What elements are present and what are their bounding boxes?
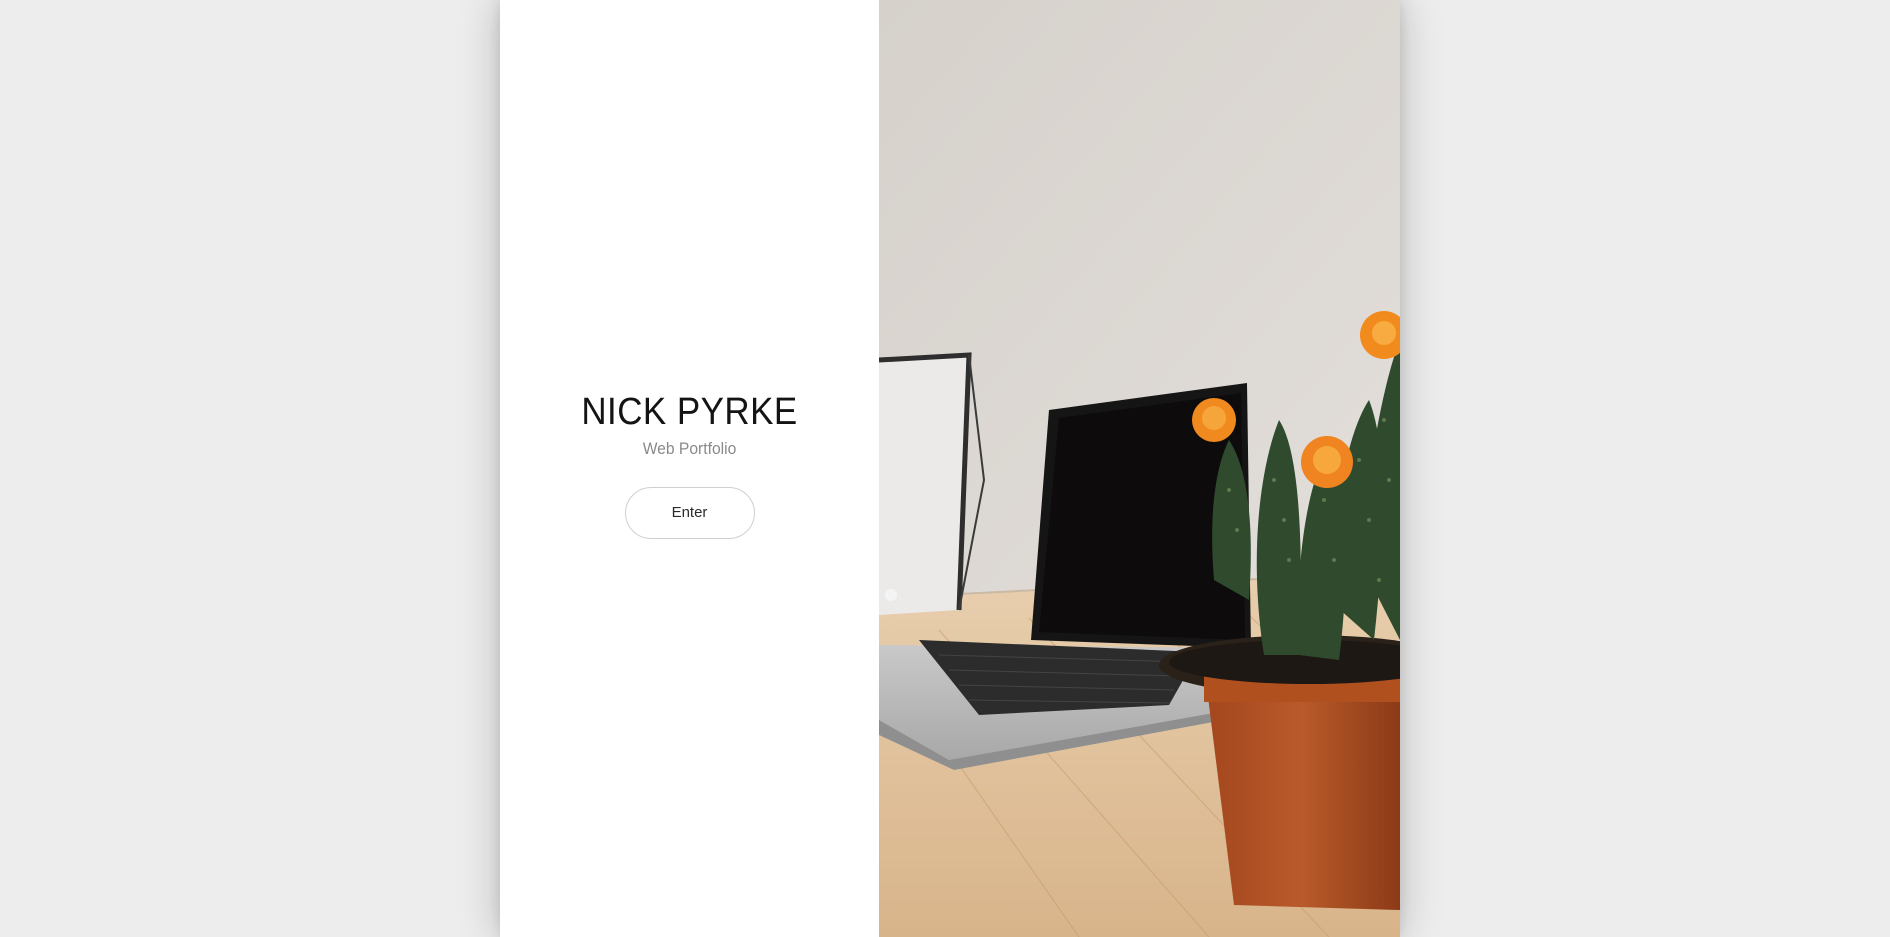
site-title: NICK PYRKE <box>581 391 798 433</box>
site-subtitle: Web Portfolio <box>642 439 737 458</box>
portfolio-landing-card: NICK PYRKE Web Portfolio Enter <box>500 0 1400 937</box>
hero-photo-illustration <box>879 0 1400 937</box>
intro-content: NICK PYRKE Web Portfolio Enter <box>500 390 879 539</box>
intro-panel: NICK PYRKE Web Portfolio Enter <box>500 0 879 937</box>
enter-button[interactable]: Enter <box>624 487 755 539</box>
hero-photo <box>879 0 1400 937</box>
